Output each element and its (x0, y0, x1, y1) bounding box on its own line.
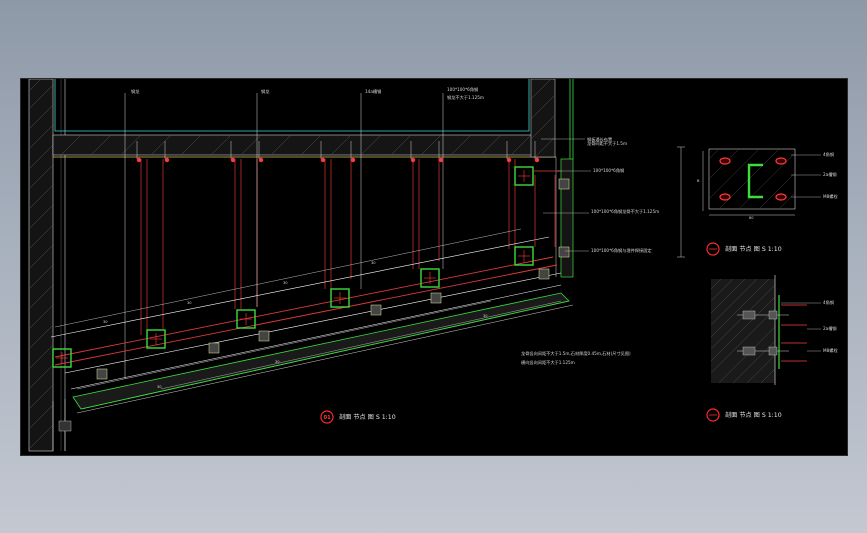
annotation-right-1: 100*100*6角钢 (593, 167, 624, 174)
dim-upper-2: 30 (187, 301, 192, 305)
title-text-1: 剖面 节点 图 S 1:10 (339, 413, 396, 421)
dim-upper-1: 30 (103, 320, 108, 324)
cad-drawing: 钢龙 钢龙 14a槽钢 100*100*6角钢 钢龙不大于1.125m 钢板通长… (28, 78, 838, 452)
detail1-label-2: 2a槽钢 (823, 171, 837, 178)
detail2-label-2: 2a槽钢 (823, 325, 837, 332)
annotation-top-2: 钢龙 (261, 88, 270, 95)
title-text-3: 剖面 节点 图 S 1:10 (725, 411, 782, 419)
detail1-label-3: M8螺栓 (823, 193, 838, 200)
annotation-right-3: 100*100*6角钢与埋件焊接固定 (591, 247, 652, 254)
detail2-label-1: 4角钢 (823, 299, 834, 306)
ceiling-anchors (136, 157, 540, 163)
dim-upper-4: 30 (371, 261, 376, 265)
sloped-ceiling (50, 236, 574, 414)
annotation-top-3: 14a槽钢 (365, 88, 381, 95)
hanger-rods (140, 159, 516, 335)
detail2-label-3: M8螺栓 (823, 347, 838, 354)
drawing-canvas[interactable]: 钢龙 钢龙 14a槽钢 100*100*6角钢 钢龙不大于1.125m 钢板通长… (20, 78, 848, 456)
main-section (28, 78, 574, 452)
title-number-1: 01 (324, 415, 332, 421)
detail1-label-1: 4角钢 (823, 151, 834, 158)
detail-1: B 80 4角钢 2a槽钢 M8螺栓 剖面 节点 图 S 1:10 (677, 146, 838, 258)
title-text-2: 剖面 节点 图 S 1:10 (725, 245, 782, 253)
dim-lower-3: 30 (483, 314, 488, 318)
dim-lower-2: 30 (275, 360, 280, 364)
detail-2: 4角钢 2a槽钢 M8螺栓 剖面 节点 图 S 1:10 (706, 275, 838, 422)
dim-b: B (697, 179, 700, 183)
annotation-right-2: 100*100*6角钢龙骨不大于1.125m (591, 208, 659, 215)
annotation-top-4: 100*100*6角钢 (447, 86, 478, 93)
annotation-top-7: 龙骨间距不大于1.5m (587, 140, 627, 147)
left-wall (28, 78, 54, 452)
annotation-top-5: 钢龙不大于1.125m (447, 94, 484, 101)
dim-lower-1: 30 (157, 385, 162, 389)
note-line-1: 龙骨竖向间距不大于1.5m,石材厚度0.45m,石材(尺寸见图) (521, 350, 631, 357)
cad-viewer: 钢龙 钢龙 14a槽钢 100*100*6角钢 钢龙不大于1.125m 钢板通长… (0, 0, 867, 533)
note-line-2: 横向竖向间距不大于1.125m (521, 359, 575, 366)
dim-upper-3: 30 (283, 281, 288, 285)
dim-w: 80 (749, 216, 754, 220)
annotation-top-1: 钢龙 (131, 88, 140, 95)
